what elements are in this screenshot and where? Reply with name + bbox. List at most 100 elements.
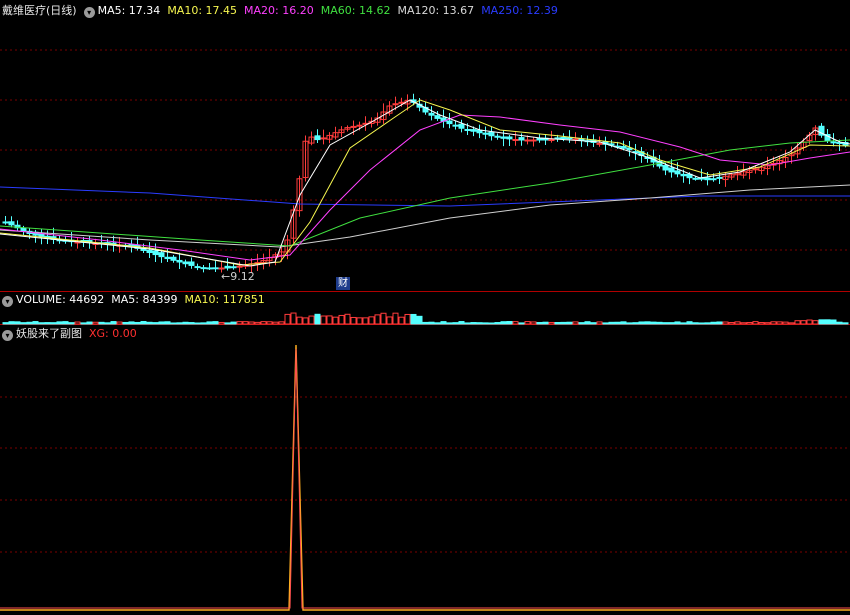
- xg-signal-line: [0, 344, 850, 611]
- candle-body: [488, 131, 495, 137]
- candle-body: [674, 170, 681, 175]
- xg-label: XG: 0.00: [89, 327, 137, 340]
- volume-bar: [458, 321, 465, 325]
- volume-bar: [620, 321, 627, 325]
- candle-body: [692, 177, 699, 180]
- candle-body: [710, 178, 717, 181]
- volume-bar: [134, 321, 141, 325]
- candle-body: [164, 256, 171, 260]
- low-price-marker: ←9.12: [221, 270, 255, 283]
- volume-bar: [326, 315, 333, 325]
- finance-event-marker[interactable]: 财: [336, 277, 350, 290]
- volume-bar: [386, 316, 393, 325]
- volume-bar: [188, 322, 195, 325]
- chevron-down-icon[interactable]: ▾: [2, 330, 13, 341]
- volume-bar: [638, 321, 645, 325]
- candle-body: [206, 267, 213, 270]
- volume-bar: [104, 322, 111, 325]
- volume-bar: [152, 322, 159, 325]
- xg-signal-line: [0, 348, 850, 609]
- volume-bar: [464, 322, 471, 325]
- volume-bar: [752, 321, 759, 325]
- volume-bar: [374, 314, 381, 325]
- volume-bar: [782, 321, 789, 325]
- volume-bar: [284, 313, 291, 325]
- candle-body: [2, 221, 9, 224]
- volume-bar: [404, 313, 411, 325]
- volume-bar: [176, 322, 183, 325]
- ma10-label: MA10: 17.45: [167, 4, 238, 17]
- volume-bar: [50, 322, 57, 325]
- volume-bar: [170, 322, 177, 325]
- volume-bar: [656, 321, 663, 325]
- volume-bar: [308, 315, 315, 325]
- volume-bar: [548, 321, 555, 325]
- candle-body: [668, 167, 675, 173]
- volume-bar: [74, 321, 81, 325]
- volume-bar: [590, 322, 597, 325]
- volume-bar: [122, 321, 129, 325]
- candle-body: [512, 139, 519, 141]
- chevron-down-icon[interactable]: ▾: [83, 7, 95, 18]
- volume-bar: [524, 321, 531, 325]
- ma20-label: MA20: 16.20: [244, 4, 314, 17]
- volume-bar: [536, 322, 543, 325]
- volume-bar: [92, 321, 99, 325]
- volume-bar: [482, 322, 489, 325]
- volume-bar: [218, 321, 225, 325]
- volume-bar: [80, 322, 87, 325]
- volume-bar: [200, 322, 207, 325]
- volume-bar: [710, 321, 717, 325]
- volume-bar: [500, 321, 507, 325]
- candle-body: [716, 176, 723, 179]
- volume-bar: [764, 322, 771, 325]
- candle-body: [218, 267, 225, 270]
- volume-bar: [554, 322, 561, 325]
- volume-bar: [146, 321, 153, 325]
- volume-bar: [272, 321, 279, 325]
- candle-body: [20, 227, 27, 232]
- volume-bar: [728, 322, 735, 325]
- volume-bar: [824, 319, 831, 325]
- volume-bar: [512, 321, 519, 325]
- candle-body: [212, 267, 219, 270]
- volume-bar: [62, 321, 69, 325]
- volume-bar: [518, 322, 525, 325]
- ma120-line: [0, 184, 850, 248]
- candle-body: [704, 177, 711, 181]
- volume-bar: [440, 321, 447, 325]
- ma5-line: [0, 99, 850, 267]
- candle-body: [170, 256, 177, 261]
- ma60-label: MA60: 14.62: [320, 4, 391, 17]
- candle-body: [320, 137, 327, 140]
- candle-body: [662, 165, 669, 171]
- candle-body: [530, 139, 537, 142]
- volume-bar: [410, 313, 417, 325]
- volume-bar: [584, 321, 591, 325]
- volume-bar: [8, 321, 15, 325]
- candle-body: [176, 259, 183, 263]
- candle-body: [620, 146, 627, 149]
- candle-body: [152, 250, 159, 256]
- volume-bar: [332, 316, 339, 325]
- volume-bar: [734, 321, 741, 325]
- candle-body: [446, 120, 453, 125]
- volume-bar: [398, 316, 405, 325]
- chevron-down-icon[interactable]: ▾: [2, 296, 13, 307]
- candle-body: [398, 101, 405, 104]
- volume-bar: [698, 322, 705, 325]
- volume-bar: [572, 321, 579, 325]
- volume-bar: [650, 321, 657, 325]
- volume-bar: [806, 319, 813, 325]
- volume-bar: [692, 322, 699, 325]
- volume-bar: [248, 321, 255, 325]
- volume-bar: [422, 321, 429, 325]
- volume-bar: [452, 322, 459, 325]
- ma120-label: MA120: 13.67: [397, 4, 475, 17]
- price-header: 戴维医疗(日线) ▾ MA5: 17.34 MA10: 17.45 MA20: 16.2…: [2, 3, 565, 19]
- volume-bar: [446, 322, 453, 325]
- candle-body: [452, 124, 459, 127]
- candle-body: [392, 103, 399, 106]
- volume-bar: [302, 317, 309, 325]
- volume-bar: [260, 321, 267, 325]
